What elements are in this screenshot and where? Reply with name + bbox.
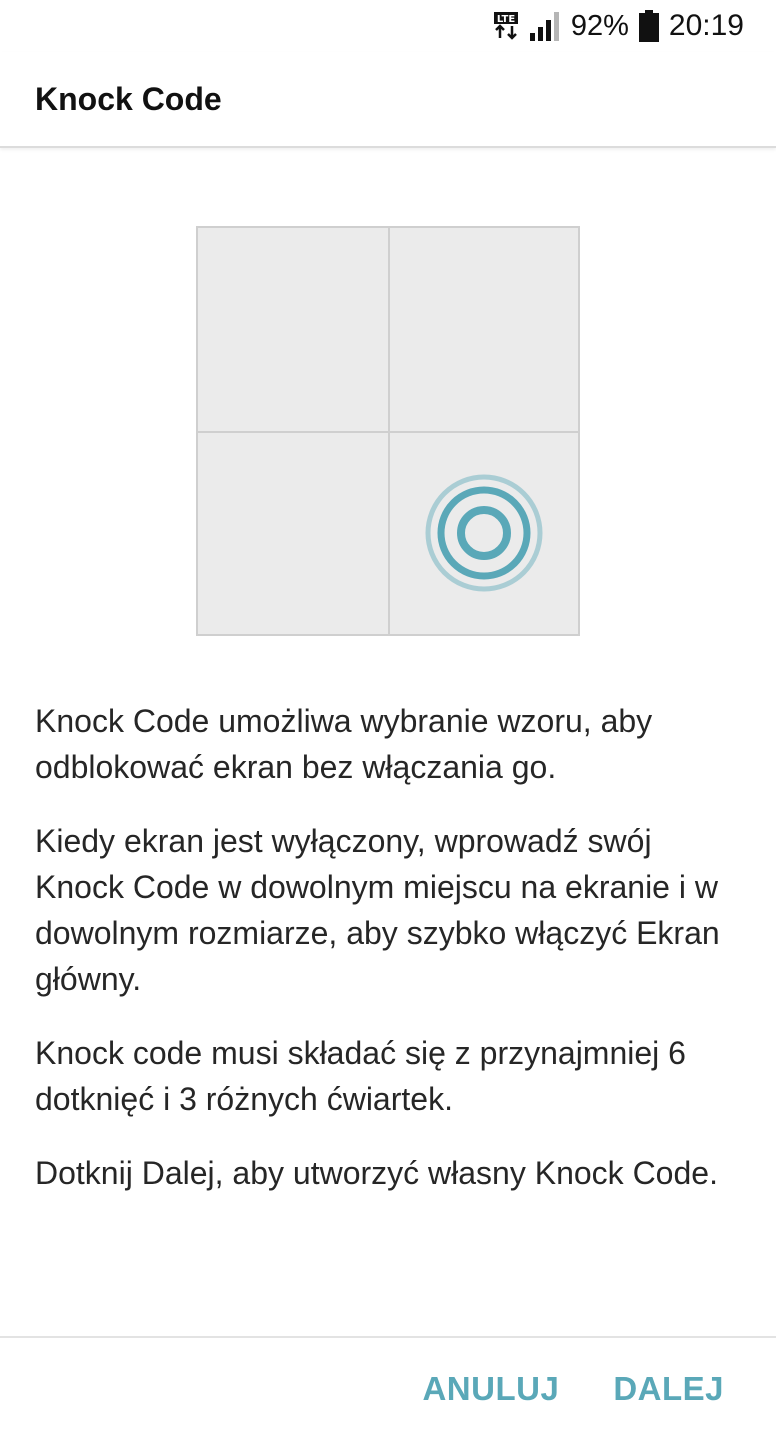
cancel-button[interactable]: ANULUJ [422,1362,559,1416]
grid-divider-horizontal [198,431,578,433]
lte-icon: LTE [493,12,518,40]
signal-strength-icon [529,12,559,41]
battery-icon [638,10,659,42]
next-button[interactable]: DALEJ [613,1362,724,1416]
page-title: Knock Code [35,80,222,117]
paragraph-requirements: Knock code musi składać się z przynajmni… [35,1035,686,1117]
bottom-button-bar: ANULUJ DALEJ [0,1336,776,1440]
svg-text:LTE: LTE [497,14,516,25]
paragraph-intro: Knock Code umożliwa wybranie wzoru, aby … [35,703,653,785]
description-text: Knock Code umożliwa wybranie wzoru, aby … [35,698,745,1224]
paragraph-instruction: Dotknij Dalej, aby utworzyć własny Knock… [35,1155,718,1191]
battery-percent: 92% [570,9,629,42]
status-bar: LTE 92% 20:19 [0,0,776,52]
knock-code-screen: LTE 92% 20:19 Knock Code Knock Code umoż… [0,0,776,1440]
clock: 20:19 [668,9,744,42]
knock-code-illustration [196,226,580,636]
paragraph-usage: Kiedy ekran jest wyłączony, wprowadź swó… [35,823,720,997]
app-bar: Knock Code [0,52,776,148]
knock-tap-icon [425,474,543,592]
